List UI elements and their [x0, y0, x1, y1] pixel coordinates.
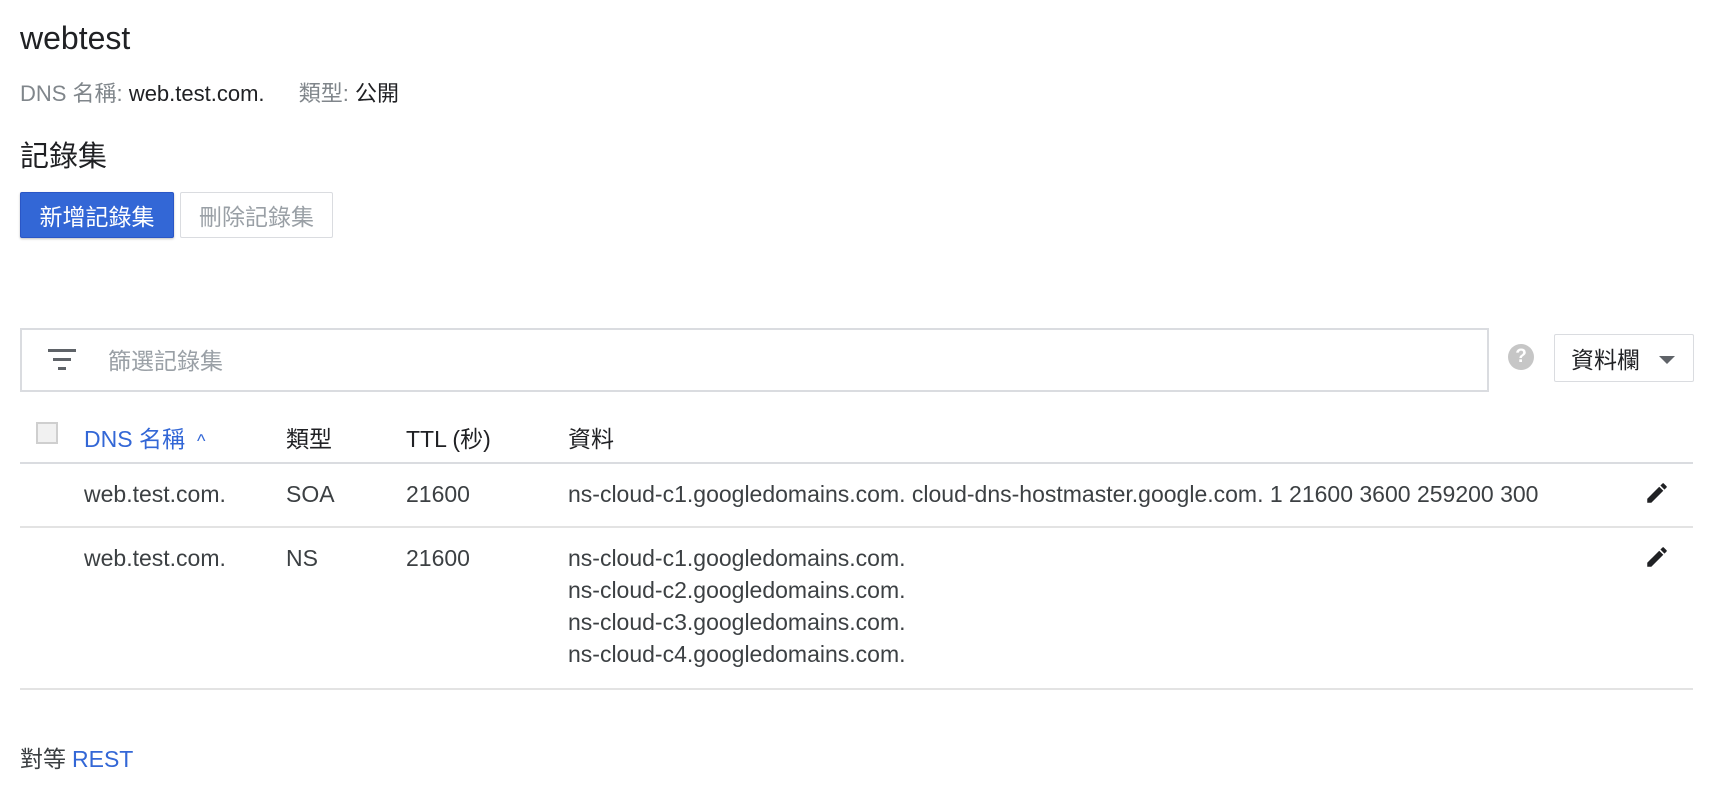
record-name: web.test.com.	[84, 481, 226, 507]
zone-meta: DNS 名稱: web.test.com. 類型: 公開	[20, 76, 399, 108]
record-ttl: 21600	[406, 481, 470, 507]
record-data: ns-cloud-c1.googledomains.com. cloud-dns…	[568, 478, 1538, 510]
help-icon[interactable]: ?	[1508, 344, 1534, 370]
column-header-type: 類型	[286, 426, 332, 452]
sort-ascending-icon: ^	[196, 431, 206, 451]
columns-dropdown-button[interactable]: 資料欄	[1554, 334, 1694, 382]
table-row: web.test.com. NS 21600 ns-cloud-c1.googl…	[20, 528, 1693, 690]
add-record-set-button[interactable]: 新增記錄集	[20, 192, 174, 238]
table-header: DNS 名稱 ^ 類型 TTL (秒) 資料	[20, 420, 1693, 464]
record-ttl: 21600	[406, 545, 470, 571]
record-data-line: ns-cloud-c3.googledomains.com.	[568, 609, 906, 635]
caret-down-icon	[1659, 356, 1675, 364]
equivalent-label: 對等	[20, 746, 66, 772]
record-sets-title: 記錄集	[20, 141, 108, 173]
delete-record-set-button: 刪除記錄集	[180, 192, 333, 238]
filter-icon	[48, 348, 78, 377]
record-data-line: ns-cloud-c4.googledomains.com.	[568, 641, 906, 667]
record-type: SOA	[286, 481, 335, 507]
filter-bar[interactable]	[20, 328, 1489, 392]
type-value: 公開	[355, 81, 400, 106]
record-data: ns-cloud-c1.googledomains.com. ns-cloud-…	[568, 542, 906, 670]
record-name: web.test.com.	[84, 545, 226, 571]
record-data-line: ns-cloud-c2.googledomains.com.	[568, 577, 906, 603]
rest-link[interactable]: REST	[72, 746, 133, 772]
dns-name-label: DNS 名稱:	[20, 81, 123, 106]
column-header-ttl: TTL (秒)	[406, 426, 491, 452]
record-data-line: ns-cloud-c1.googledomains.com. cloud-dns…	[568, 481, 1539, 507]
table-row: web.test.com. SOA 21600 ns-cloud-c1.goog…	[20, 464, 1693, 528]
dns-name-value: web.test.com.	[128, 81, 265, 106]
column-header-data: 資料	[568, 426, 614, 452]
equivalent-rest-footer: 對等 REST	[20, 740, 133, 774]
filter-input[interactable]	[106, 340, 1470, 382]
record-data-line: ns-cloud-c1.googledomains.com.	[568, 545, 906, 571]
edit-icon[interactable]	[1644, 544, 1670, 578]
record-type: NS	[286, 545, 318, 571]
select-all-checkbox[interactable]	[36, 422, 58, 444]
column-header-dns-name[interactable]: DNS 名稱 ^	[84, 420, 205, 454]
columns-button-label: 資料欄	[1571, 347, 1640, 373]
type-label: 類型:	[298, 81, 349, 106]
dns-name-header-label: DNS 名稱	[84, 426, 185, 452]
edit-icon[interactable]	[1644, 480, 1670, 514]
zone-title: webtest	[20, 20, 131, 56]
